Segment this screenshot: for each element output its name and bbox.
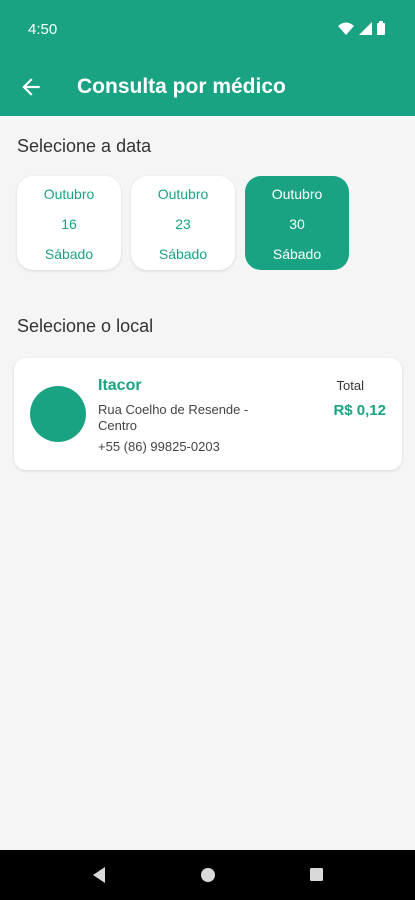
wifi-icon — [338, 22, 354, 35]
status-icons — [338, 21, 385, 35]
date-day: 23 — [175, 216, 191, 232]
nav-recents-icon[interactable] — [308, 866, 324, 884]
date-weekday: Sábado — [272, 246, 322, 262]
date-weekday: Sábado — [44, 246, 94, 262]
location-address: Rua Coelho de Resende - Centro — [98, 402, 249, 433]
date-day: 30 — [289, 216, 305, 232]
date-month: Outubro — [271, 186, 323, 202]
location-phone: +55 (86) 99825-0203 — [98, 439, 220, 454]
date-card-16[interactable]: Outubro 16 Sábado — [17, 176, 121, 270]
back-arrow-icon[interactable] — [18, 74, 44, 100]
page-title: Consulta por médico — [77, 75, 286, 98]
total-value: R$ 0,12 — [333, 402, 386, 419]
app-bar: Consulta por médico — [0, 60, 415, 116]
status-bar: 4:50 — [0, 0, 415, 60]
date-card-30[interactable]: Outubro 30 Sábado — [245, 176, 349, 270]
status-time: 4:50 — [28, 21, 58, 38]
date-month: Outubro — [157, 186, 209, 202]
nav-back-icon[interactable] — [91, 866, 107, 884]
date-month: Outubro — [43, 186, 95, 202]
date-section-label: Selecione a data — [17, 136, 152, 156]
location-card[interactable]: Itacor Rua Coelho de Resende - Centro +5… — [14, 358, 402, 470]
location-section-label: Selecione o local — [17, 316, 154, 336]
system-nav-bar — [0, 850, 415, 900]
date-card-23[interactable]: Outubro 23 Sábado — [131, 176, 235, 270]
total-label: Total — [336, 378, 364, 393]
nav-home-icon[interactable] — [200, 866, 216, 884]
location-name: Itacor — [98, 377, 142, 394]
location-avatar — [30, 386, 86, 442]
date-weekday: Sábado — [158, 246, 208, 262]
date-day: 16 — [61, 216, 77, 232]
battery-icon — [377, 21, 385, 35]
signal-icon — [359, 21, 372, 35]
